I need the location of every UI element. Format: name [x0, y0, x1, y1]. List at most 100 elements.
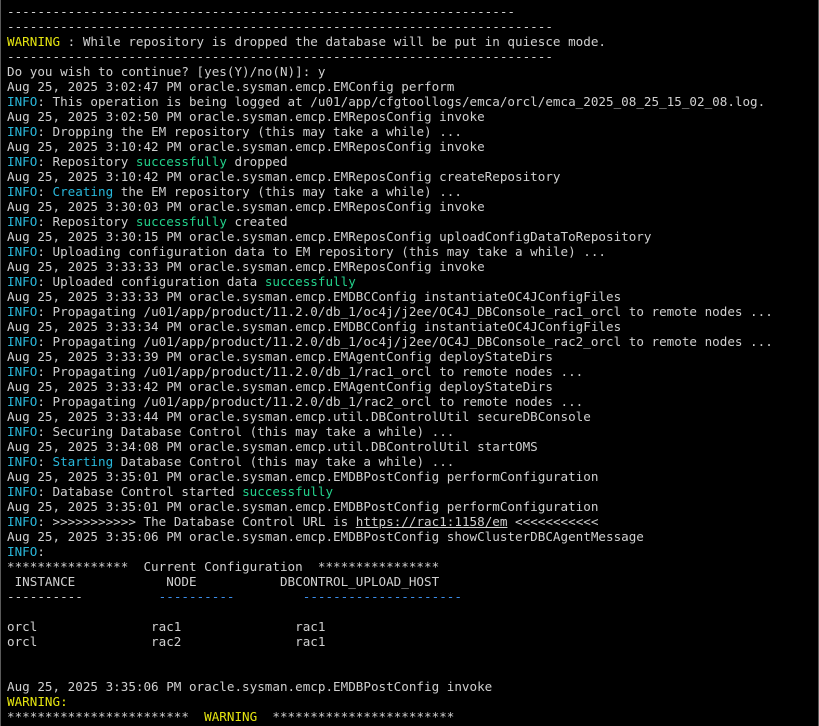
- output-line: orcl rac2 rac1: [7, 634, 818, 649]
- output-line: INFO: Propagating /u01/app/product/11.2.…: [7, 334, 818, 349]
- output-line: INFO: Uploading configuration data to EM…: [7, 244, 818, 259]
- output-text: Aug 25, 2025 3:35:06 PM oracle.sysman.em…: [7, 679, 493, 694]
- output-text: **************** Current Configuration *…: [7, 559, 440, 574]
- output-text: : This operation is being logged at /u01…: [37, 94, 766, 109]
- info-label: INFO: [7, 364, 38, 379]
- output-line: Aug 25, 2025 3:33:33 PM oracle.sysman.em…: [7, 289, 818, 304]
- output-text: INSTANCE NODE DBCONTROL_UPLOAD_HOST: [7, 574, 440, 589]
- output-line: Aug 25, 2025 3:33:34 PM oracle.sysman.em…: [7, 319, 818, 334]
- success-text: successfully: [135, 154, 227, 169]
- output-text: : Securing Database Control (this may ta…: [37, 424, 455, 439]
- output-line: Do you wish to continue? [yes(Y)/no(N)]:…: [7, 64, 818, 79]
- info-label: INFO: [7, 214, 38, 229]
- output-line: INFO: Securing Database Control (this ma…: [7, 424, 818, 439]
- output-text: ************************: [257, 709, 455, 724]
- output-text: : Repository: [37, 154, 136, 169]
- output-line: Aug 25, 2025 3:33:39 PM oracle.sysman.em…: [7, 349, 818, 364]
- terminal-window[interactable]: ----------------------------------------…: [0, 0, 819, 726]
- output-line: ---------- ---------- ------------------…: [7, 589, 818, 604]
- output-line: Aug 25, 2025 3:35:06 PM oracle.sysman.em…: [7, 679, 818, 694]
- output-line: ----------------------------------------…: [7, 19, 818, 34]
- output-line: ************************ WARNING *******…: [7, 709, 818, 724]
- output-text: Aug 25, 2025 3:35:01 PM oracle.sysman.em…: [7, 469, 599, 484]
- output-text: Aug 25, 2025 3:33:33 PM oracle.sysman.em…: [7, 289, 622, 304]
- info-label: INFO: [7, 94, 38, 109]
- output-text: orcl rac2 rac1: [7, 634, 326, 649]
- output-line: Aug 25, 2025 3:35:01 PM oracle.sysman.em…: [7, 499, 818, 514]
- output-text: : Uploading configuration data to EM rep…: [37, 244, 606, 259]
- output-text: Aug 25, 2025 3:33:42 PM oracle.sysman.em…: [7, 379, 553, 394]
- output-line: INFO: Propagating /u01/app/product/11.2.…: [7, 364, 818, 379]
- info-label: Starting: [52, 454, 114, 469]
- output-line: Aug 25, 2025 3:02:47 PM oracle.sysman.em…: [7, 79, 818, 94]
- info-label: INFO: [7, 184, 38, 199]
- output-text: <<<<<<<<<<<: [507, 514, 599, 529]
- output-text: Aug 25, 2025 3:34:08 PM oracle.sysman.em…: [7, 439, 538, 454]
- output-text: Aug 25, 2025 3:33:39 PM oracle.sysman.em…: [7, 349, 553, 364]
- output-text: dropped: [226, 154, 288, 169]
- output-line: INFO: This operation is being logged at …: [7, 94, 818, 109]
- output-text: Aug 25, 2025 3:10:42 PM oracle.sysman.em…: [7, 139, 485, 154]
- output-text: Aug 25, 2025 3:02:50 PM oracle.sysman.em…: [7, 109, 485, 124]
- output-text: : >>>>>>>>>>> The Database Control URL i…: [37, 514, 356, 529]
- terminal-output: ----------------------------------------…: [7, 4, 818, 724]
- info-label: INFO: [7, 274, 38, 289]
- output-text: Aug 25, 2025 3:02:47 PM oracle.sysman.em…: [7, 79, 455, 94]
- info-label: INFO: [7, 394, 38, 409]
- output-text: Aug 25, 2025 3:30:15 PM oracle.sysman.em…: [7, 229, 652, 244]
- column-separator: ---------------------: [302, 589, 462, 604]
- output-text: created: [226, 214, 288, 229]
- output-text: ----------: [7, 589, 159, 604]
- success-text: successfully: [242, 484, 334, 499]
- success-text: successfully: [264, 274, 356, 289]
- output-text: Do you wish to continue? [yes(Y)/no(N)]:…: [7, 64, 326, 79]
- output-line: INSTANCE NODE DBCONTROL_UPLOAD_HOST: [7, 574, 818, 589]
- info-label: INFO: [7, 124, 38, 139]
- output-line: INFO:: [7, 544, 818, 559]
- warning-label: WARNING: [7, 34, 61, 49]
- output-text: :: [37, 454, 53, 469]
- output-line: Aug 25, 2025 3:10:42 PM oracle.sysman.em…: [7, 169, 818, 184]
- output-line: Aug 25, 2025 3:33:33 PM oracle.sysman.em…: [7, 259, 818, 274]
- output-text: Aug 25, 2025 3:10:42 PM oracle.sysman.em…: [7, 169, 561, 184]
- output-text: : Propagating /u01/app/product/11.2.0/db…: [37, 334, 773, 349]
- output-line: Aug 25, 2025 3:10:42 PM oracle.sysman.em…: [7, 139, 818, 154]
- info-label: INFO: [7, 514, 38, 529]
- output-text: ----------------------------------------…: [7, 49, 553, 64]
- output-line: **************** Current Configuration *…: [7, 559, 818, 574]
- output-line: INFO: Creating the EM repository (this m…: [7, 184, 818, 199]
- output-line: WARNING : While repository is dropped th…: [7, 34, 818, 49]
- output-text: Aug 25, 2025 3:30:03 PM oracle.sysman.em…: [7, 199, 485, 214]
- output-line: Aug 25, 2025 3:35:06 PM oracle.sysman.em…: [7, 529, 818, 544]
- output-text: : Propagating /u01/app/product/11.2.0/db…: [37, 394, 584, 409]
- output-line: INFO: Database Control started successfu…: [7, 484, 818, 499]
- output-line: Aug 25, 2025 3:35:01 PM oracle.sysman.em…: [7, 469, 818, 484]
- output-text: ----------------------------------------…: [7, 19, 553, 34]
- info-label: INFO: [7, 484, 38, 499]
- output-text: Aug 25, 2025 3:33:34 PM oracle.sysman.em…: [7, 319, 622, 334]
- warning-label: WARNING: [204, 709, 258, 724]
- database-control-url-link[interactable]: https://rac1:1158/em: [356, 514, 508, 529]
- output-text: : Propagating /u01/app/product/11.2.0/db…: [37, 364, 584, 379]
- info-label: INFO: [7, 424, 38, 439]
- output-text: Database Control (this may take a while)…: [113, 454, 455, 469]
- output-line: WARNING:: [7, 694, 818, 709]
- success-text: successfully: [135, 214, 227, 229]
- output-text: Aug 25, 2025 3:35:01 PM oracle.sysman.em…: [7, 499, 599, 514]
- column-separator: ----------: [158, 589, 235, 604]
- info-label: INFO: [7, 334, 38, 349]
- output-line: INFO: Propagating /u01/app/product/11.2.…: [7, 394, 818, 409]
- output-text: :: [37, 544, 45, 559]
- output-line: Aug 25, 2025 3:30:03 PM oracle.sysman.em…: [7, 199, 818, 214]
- output-text: ************************: [7, 709, 205, 724]
- output-line: ----------------------------------------…: [7, 49, 818, 64]
- output-text: orcl rac1 rac1: [7, 619, 326, 634]
- output-text: :: [37, 184, 53, 199]
- output-line: ----------------------------------------…: [7, 4, 818, 19]
- info-label: INFO: [7, 244, 38, 259]
- output-text: : While repository is dropped the databa…: [60, 34, 606, 49]
